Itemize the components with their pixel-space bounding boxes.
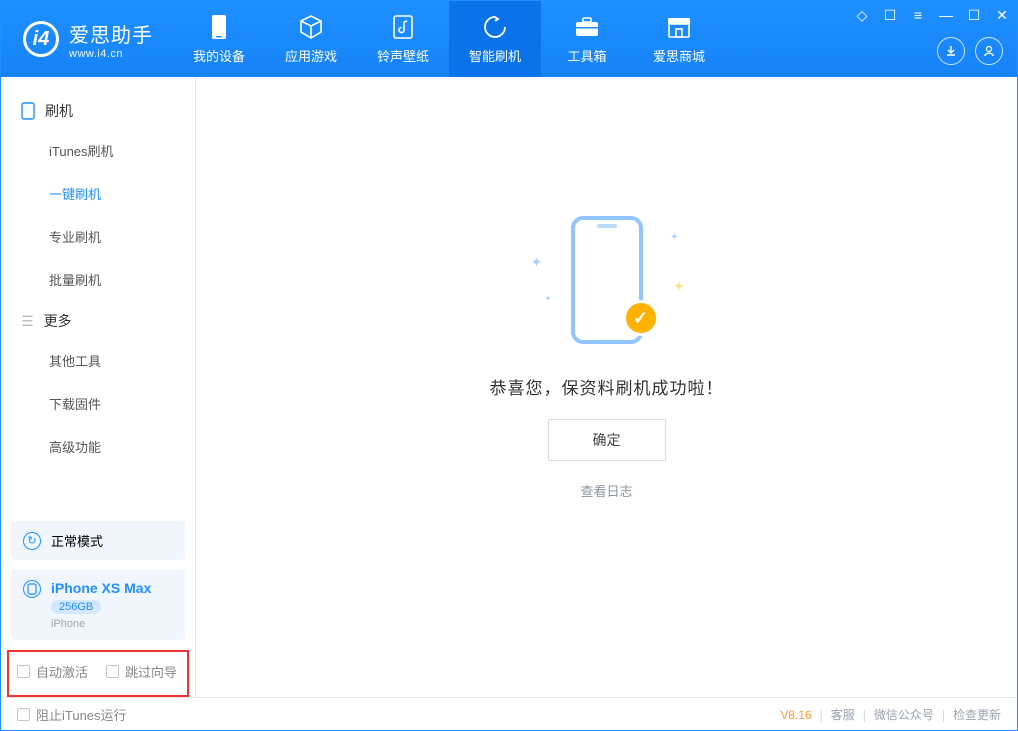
ok-button[interactable]: 确定 — [548, 419, 666, 461]
download-button[interactable] — [937, 37, 965, 65]
device-type: iPhone — [51, 618, 151, 630]
sidebar-item-itunes-flash[interactable]: iTunes刷机 — [1, 129, 195, 172]
music-file-icon — [390, 14, 416, 40]
list-icon: ☰ — [21, 313, 34, 330]
checkbox-icon — [106, 665, 119, 678]
nav-smart-flash[interactable]: 智能刷机 — [449, 1, 541, 77]
app-subtitle: www.i4.cn — [69, 48, 153, 60]
device-name: iPhone XS Max — [51, 580, 151, 596]
nav-store[interactable]: 爱思商城 — [633, 1, 725, 77]
sidebar-item-download-firmware[interactable]: 下载固件 — [1, 382, 195, 425]
nav-label: 应用游戏 — [285, 46, 337, 65]
nav-my-device[interactable]: 我的设备 — [173, 1, 265, 77]
version-label: V8.16 — [780, 708, 811, 722]
checkbox-block-itunes[interactable]: 阻止iTunes运行 — [17, 705, 127, 724]
maximize-button[interactable]: ☐ — [967, 7, 981, 24]
title-bar: i4 爱思助手 www.i4.cn 我的设备 应用游戏 铃声壁纸 智能刷机 工具… — [1, 1, 1017, 77]
checkbox-skip-guide[interactable]: 跳过向导 — [106, 662, 177, 681]
app-logo: i4 爱思助手 www.i4.cn — [1, 19, 173, 60]
sidebar-item-onekey-flash[interactable]: 一键刷机 — [1, 172, 195, 215]
close-button[interactable]: ✕ — [995, 7, 1009, 24]
checkbox-icon — [17, 665, 30, 678]
nav-label: 工具箱 — [567, 46, 606, 65]
sidebar-group-flash: 刷机 — [1, 91, 195, 129]
cube-icon — [298, 14, 324, 40]
sync-icon — [482, 14, 508, 40]
footer-link-update[interactable]: 检查更新 — [953, 706, 1001, 723]
footer-link-support[interactable]: 客服 — [831, 706, 855, 723]
success-message: 恭喜您，保资料刷机成功啦！ — [490, 374, 724, 399]
nav-label: 智能刷机 — [469, 46, 521, 65]
nav-ringtones[interactable]: 铃声壁纸 — [357, 1, 449, 77]
checkbox-icon — [17, 708, 30, 721]
feedback-icon[interactable]: ☐ — [883, 7, 897, 24]
nav-label: 我的设备 — [193, 46, 245, 65]
sidebar-group-more: ☰ 更多 — [1, 301, 195, 339]
highlighted-options: 自动激活 跳过向导 — [7, 650, 189, 697]
check-badge-icon: ✓ — [623, 300, 659, 336]
status-bar: 阻止iTunes运行 V8.16 | 客服 | 微信公众号 | 检查更新 — [1, 697, 1017, 731]
device-phone-icon — [23, 580, 41, 598]
checkbox-auto-activate[interactable]: 自动激活 — [17, 662, 88, 681]
sidebar-item-advanced[interactable]: 高级功能 — [1, 425, 195, 468]
main-nav: 我的设备 应用游戏 铃声壁纸 智能刷机 工具箱 爱思商城 — [173, 1, 725, 77]
success-illustration: ✦ ✦ ✦ ✦ ✓ — [527, 214, 687, 354]
window-controls: ◇ ☐ ≡ — ☐ ✕ — [855, 7, 1009, 24]
download-icon — [944, 44, 958, 58]
menu-icon[interactable]: ≡ — [911, 7, 925, 24]
mode-label: 正常模式 — [51, 531, 103, 550]
sidebar: 刷机 iTunes刷机 一键刷机 专业刷机 批量刷机 ☰ 更多 其他工具 下载固… — [1, 77, 196, 697]
account-button[interactable] — [975, 37, 1003, 65]
device-card[interactable]: iPhone XS Max 256GB iPhone — [11, 570, 185, 640]
minimize-button[interactable]: — — [939, 7, 953, 24]
sidebar-item-other-tools[interactable]: 其他工具 — [1, 339, 195, 382]
sidebar-item-batch-flash[interactable]: 批量刷机 — [1, 258, 195, 301]
refresh-icon: ↻ — [23, 532, 41, 550]
footer-link-wechat[interactable]: 微信公众号 — [874, 706, 934, 723]
mode-card[interactable]: ↻ 正常模式 — [11, 521, 185, 560]
nav-label: 爱思商城 — [653, 46, 705, 65]
phone-outline-icon — [21, 102, 35, 120]
app-title: 爱思助手 — [69, 19, 153, 48]
phone-icon — [206, 14, 232, 40]
main-content: ✦ ✦ ✦ ✦ ✓ 恭喜您，保资料刷机成功啦！ 确定 查看日志 — [196, 77, 1017, 697]
theme-icon[interactable]: ◇ — [855, 7, 869, 24]
view-log-link[interactable]: 查看日志 — [580, 481, 632, 500]
shop-icon — [666, 14, 692, 40]
nav-label: 铃声壁纸 — [377, 46, 429, 65]
device-storage-badge: 256GB — [51, 600, 101, 614]
nav-toolbox[interactable]: 工具箱 — [541, 1, 633, 77]
logo-icon: i4 — [23, 21, 59, 57]
user-icon — [982, 44, 996, 58]
briefcase-icon — [574, 14, 600, 40]
sidebar-item-pro-flash[interactable]: 专业刷机 — [1, 215, 195, 258]
nav-apps-games[interactable]: 应用游戏 — [265, 1, 357, 77]
